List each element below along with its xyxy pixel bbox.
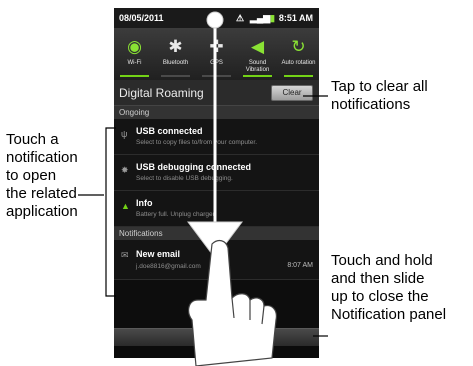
callout-close-panel: Touch and hold and then slide up to clos… xyxy=(331,252,447,323)
notification-bracket xyxy=(105,127,116,297)
callout-touch-notification: Touch a notification to open the related… xyxy=(6,131,78,220)
callout-clear: Tap to clear all notifications xyxy=(331,78,428,113)
hand-icon xyxy=(188,239,277,366)
slide-arrow-start-dot xyxy=(206,11,224,29)
